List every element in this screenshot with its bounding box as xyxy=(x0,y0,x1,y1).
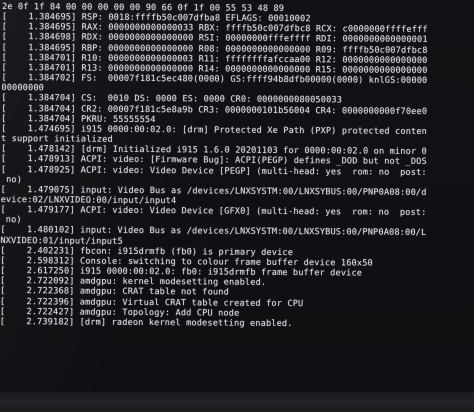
monitor-photo: 2e 0f 1f 84 00 00 00 00 00 90 66 0f 1f 0… xyxy=(0,0,474,412)
monitor-bezel xyxy=(0,392,474,412)
monitor-screen: 2e 0f 1f 84 00 00 00 00 00 90 66 0f 1f 0… xyxy=(0,0,474,392)
console-line: [ 2.739182] [drm] radeon kernel modesett… xyxy=(0,316,293,329)
kernel-console-log: 2e 0f 1f 84 00 00 00 00 00 90 66 0f 1f 0… xyxy=(0,2,472,389)
